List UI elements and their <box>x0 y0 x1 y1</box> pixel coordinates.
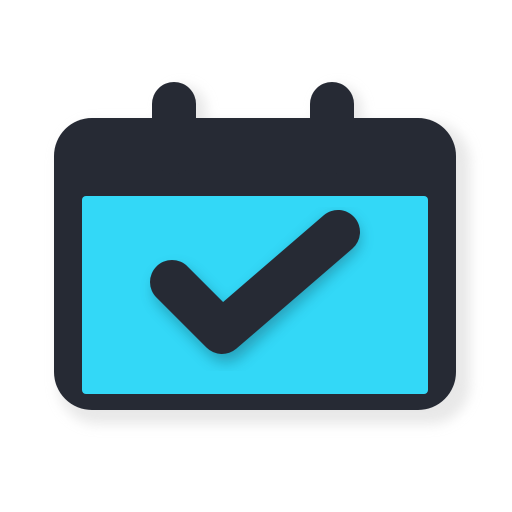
calendar-check-icon <box>54 82 470 424</box>
calendar-ring-left <box>152 82 196 174</box>
icon-canvas <box>0 0 512 512</box>
calendar-ring-right <box>310 82 354 174</box>
